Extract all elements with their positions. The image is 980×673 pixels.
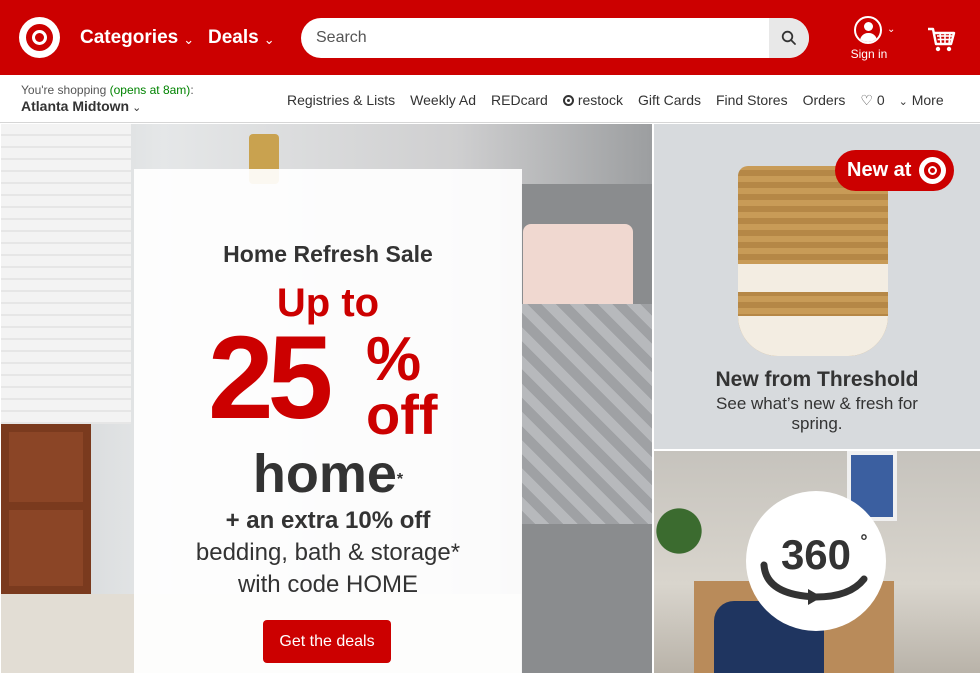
- tile-subtitle: See what’s new & fresh for spring.: [716, 394, 918, 433]
- utility-bar: You're shopping (opens at 8am): Atlanta …: [0, 75, 980, 123]
- threshold-tile[interactable]: New at New from Threshold See what’s new…: [654, 124, 980, 449]
- 360-rotate-icon: 360 °: [760, 531, 868, 605]
- search-bar: [301, 18, 809, 58]
- restock-label: restock: [577, 92, 623, 108]
- store-suffix: :: [190, 83, 194, 97]
- search-input[interactable]: [301, 18, 769, 58]
- cart-icon: [928, 27, 956, 52]
- store-prefix: You're shopping: [21, 83, 110, 97]
- link-restock[interactable]: restock: [562, 92, 623, 109]
- chevron-down-icon: ⌄: [263, 31, 275, 47]
- chevron-down-icon: ⌄: [887, 24, 896, 35]
- more-label: More: [911, 92, 944, 108]
- favorites-count: 0: [876, 92, 885, 108]
- store-hours: (opens at 8am): [109, 83, 191, 97]
- link-orders[interactable]: Orders: [803, 92, 846, 109]
- hero-banner[interactable]: Home Refresh Sale Up to 25 % off home* +…: [1, 124, 652, 673]
- promo-asterisk: *: [396, 471, 404, 488]
- promo-up-to: Up to: [276, 281, 380, 325]
- tile-title: New from Threshold: [715, 368, 919, 391]
- promo-extra: + an extra 10% off: [225, 507, 431, 534]
- promo-amount: 25: [208, 312, 333, 444]
- woven-basket-image: [738, 166, 888, 356]
- target-bullseye-icon: [919, 157, 946, 184]
- promo-card: Home Refresh Sale Up to 25 % off home* +…: [134, 169, 522, 673]
- deals-label: Deals: [208, 27, 259, 48]
- knit-blanket: [521, 304, 652, 524]
- search-button[interactable]: [769, 18, 809, 58]
- 360-label: 360: [781, 531, 851, 578]
- chevron-down-icon: ⌄: [132, 102, 142, 114]
- link-registries[interactable]: Registries & Lists: [287, 92, 395, 109]
- 360-badge: 360 °: [746, 491, 886, 631]
- global-header: Categories ⌄ Deals ⌄ ⌄ Sign in: [0, 0, 980, 75]
- link-find-stores[interactable]: Find Stores: [716, 92, 788, 109]
- promo-percent: %: [366, 325, 422, 394]
- categories-label: Categories: [80, 27, 179, 48]
- favorites-button[interactable]: ♡ 0: [860, 92, 884, 109]
- sign-in-button[interactable]: ⌄ Sign in: [846, 16, 902, 64]
- store-status: You're shopping (opens at 8am):: [21, 83, 194, 97]
- promo-eyebrow: Home Refresh Sale: [223, 241, 433, 267]
- chevron-down-icon: ⌄: [898, 96, 908, 108]
- search-icon: [781, 30, 796, 45]
- new-at-badge: New at: [835, 150, 954, 191]
- promo-line2: bedding, bath & storage*: [195, 539, 461, 566]
- 360-degree: °: [860, 531, 867, 551]
- account-icon: [854, 16, 882, 44]
- heart-icon: ♡: [860, 92, 873, 108]
- get-the-deals-button[interactable]: Get the deals: [263, 620, 391, 663]
- promo-category: home*: [134, 444, 522, 504]
- restock-icon: [562, 95, 574, 106]
- new-at-label: New at: [847, 159, 912, 181]
- window-shutters: [1, 124, 131, 424]
- store-selector[interactable]: Atlanta Midtown ⌄: [21, 98, 141, 114]
- categories-menu[interactable]: Categories ⌄: [80, 27, 194, 49]
- plant: [654, 481, 704, 581]
- promo-line3: with code HOME: [237, 571, 419, 598]
- store-name: Atlanta Midtown: [21, 98, 130, 114]
- target-logo-icon[interactable]: [19, 17, 60, 58]
- link-redcard[interactable]: REDcard: [491, 92, 548, 109]
- sign-in-label: Sign in: [850, 47, 888, 61]
- deals-menu[interactable]: Deals ⌄: [208, 27, 275, 49]
- cart-button[interactable]: [926, 24, 956, 54]
- chevron-down-icon: ⌄: [183, 31, 195, 47]
- link-weekly-ad[interactable]: Weekly Ad: [410, 92, 476, 109]
- more-menu[interactable]: ⌄ More: [899, 92, 944, 109]
- promo-category-text: home: [252, 444, 397, 504]
- link-gift-cards[interactable]: Gift Cards: [638, 92, 701, 109]
- wooden-dresser: [1, 424, 91, 594]
- 360-tile[interactable]: 360 °: [654, 451, 980, 673]
- utility-links: Registries & Lists Weekly Ad REDcard res…: [287, 92, 944, 109]
- promo-off: off: [366, 383, 438, 446]
